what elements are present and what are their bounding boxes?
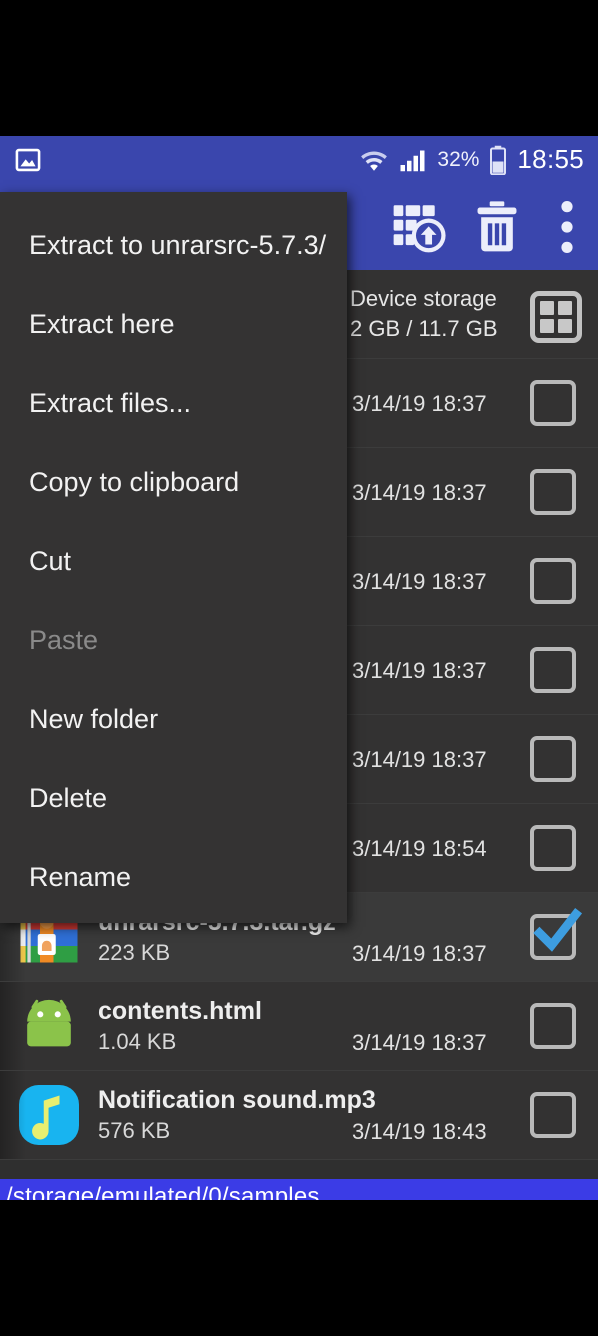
row-checkbox[interactable]	[530, 647, 576, 693]
file-name: Notification sound.mp3	[98, 1086, 376, 1114]
row-checkbox[interactable]	[530, 736, 576, 782]
menu-item-label: Cut	[29, 546, 72, 576]
list-item-date: 3/14/19 18:37	[352, 569, 487, 594]
android-html-icon	[17, 994, 81, 1058]
app-bar-actions	[380, 183, 598, 270]
status-bar: 32% 18:55	[0, 136, 598, 183]
checkmark-icon	[530, 906, 584, 960]
row-checkbox[interactable]	[530, 1092, 576, 1138]
file-name: contents.html	[98, 997, 262, 1025]
menu-item-label: Rename	[29, 862, 132, 892]
list-item-date: 3/14/19 18:37	[352, 658, 487, 683]
device-storage-text: Device storage 2 GB / 11.7 GB	[350, 286, 498, 342]
menu-item-label: Delete	[29, 783, 108, 813]
list-item-date: 3/14/19 18:37	[352, 1030, 487, 1055]
list-item-notification-sound[interactable]: Notification sound.mp3 576 KB 3/14/19 18…	[0, 1071, 598, 1160]
extract-upload-button[interactable]	[380, 183, 458, 270]
status-bar-indicators: 32% 18:55	[359, 144, 584, 175]
context-menu[interactable]: Extract to unrarsrc-5.7.3/ Extract here …	[0, 192, 347, 923]
overflow-menu-button[interactable]	[536, 183, 598, 270]
menu-item-rename[interactable]: Rename	[0, 838, 347, 917]
menu-item-extract-here[interactable]: Extract here	[0, 285, 347, 364]
row-checkbox-checked[interactable]	[530, 907, 583, 960]
file-icon	[14, 991, 84, 1061]
row-checkbox[interactable]	[530, 825, 576, 871]
menu-item-label: Extract to unrarsrc-5.7.3/	[29, 230, 327, 260]
file-size: 223 KB	[98, 940, 171, 965]
row-checkbox[interactable]	[530, 380, 576, 426]
list-item-date: 3/14/19 18:43	[352, 1119, 487, 1144]
cellular-signal-icon	[398, 147, 428, 173]
list-item-date: 3/14/19 18:37	[352, 391, 487, 416]
path-bar[interactable]: /storage/emulated/0/samples	[0, 1179, 598, 1200]
menu-item-new-folder[interactable]: New folder	[0, 680, 347, 759]
phone-screen: 32% 18:55 Device storage 2 GB / 11.7 GB …	[0, 136, 598, 1200]
trash-icon	[471, 199, 523, 255]
menu-item-copy-to-clipboard[interactable]: Copy to clipboard	[0, 443, 347, 522]
image-icon	[14, 146, 42, 174]
overflow-menu-icon	[560, 199, 574, 255]
menu-item-label: Copy to clipboard	[29, 467, 240, 497]
file-info: contents.html 1.04 KB	[84, 997, 598, 1055]
row-checkbox[interactable]	[530, 1003, 576, 1049]
device-storage-title: Device storage	[350, 286, 497, 311]
clock-label: 18:55	[517, 144, 584, 174]
list-item-contents-html[interactable]: contents.html 1.04 KB 3/14/19 18:37	[0, 982, 598, 1071]
menu-item-paste: Paste	[0, 601, 347, 680]
menu-item-extract-to-folder[interactable]: Extract to unrarsrc-5.7.3/	[0, 206, 347, 285]
extract-upload-icon	[390, 198, 448, 256]
delete-button[interactable]	[458, 183, 536, 270]
menu-item-label: Extract here	[29, 309, 175, 339]
menu-item-label: New folder	[29, 704, 159, 734]
audio-music-icon	[16, 1082, 82, 1148]
menu-item-delete[interactable]: Delete	[0, 759, 347, 838]
current-path-label: /storage/emulated/0/samples	[6, 1182, 320, 1201]
list-item-date: 3/14/19 18:37	[352, 480, 487, 505]
row-checkbox[interactable]	[530, 558, 576, 604]
grid-view-icon	[530, 291, 582, 343]
battery-percent-label: 32%	[437, 147, 480, 171]
device-storage-usage: 2 GB / 11.7 GB	[350, 316, 498, 341]
list-item-date: 3/14/19 18:37	[352, 747, 487, 772]
menu-item-extract-files[interactable]: Extract files...	[0, 364, 347, 443]
grid-view-button[interactable]	[530, 291, 582, 343]
file-info: Notification sound.mp3 576 KB	[84, 1086, 598, 1144]
menu-item-label: Extract files...	[29, 388, 192, 418]
status-bar-notifications	[14, 146, 42, 174]
list-item-date: 3/14/19 18:37	[352, 941, 487, 966]
battery-icon	[488, 145, 508, 175]
wifi-icon	[359, 147, 389, 173]
file-size: 1.04 KB	[98, 1029, 177, 1054]
menu-item-label: Paste	[29, 625, 99, 655]
file-size: 576 KB	[98, 1118, 171, 1143]
row-checkbox[interactable]	[530, 469, 576, 515]
menu-item-cut[interactable]: Cut	[0, 522, 347, 601]
list-item-date: 3/14/19 18:54	[352, 836, 487, 861]
file-icon	[14, 1080, 84, 1150]
